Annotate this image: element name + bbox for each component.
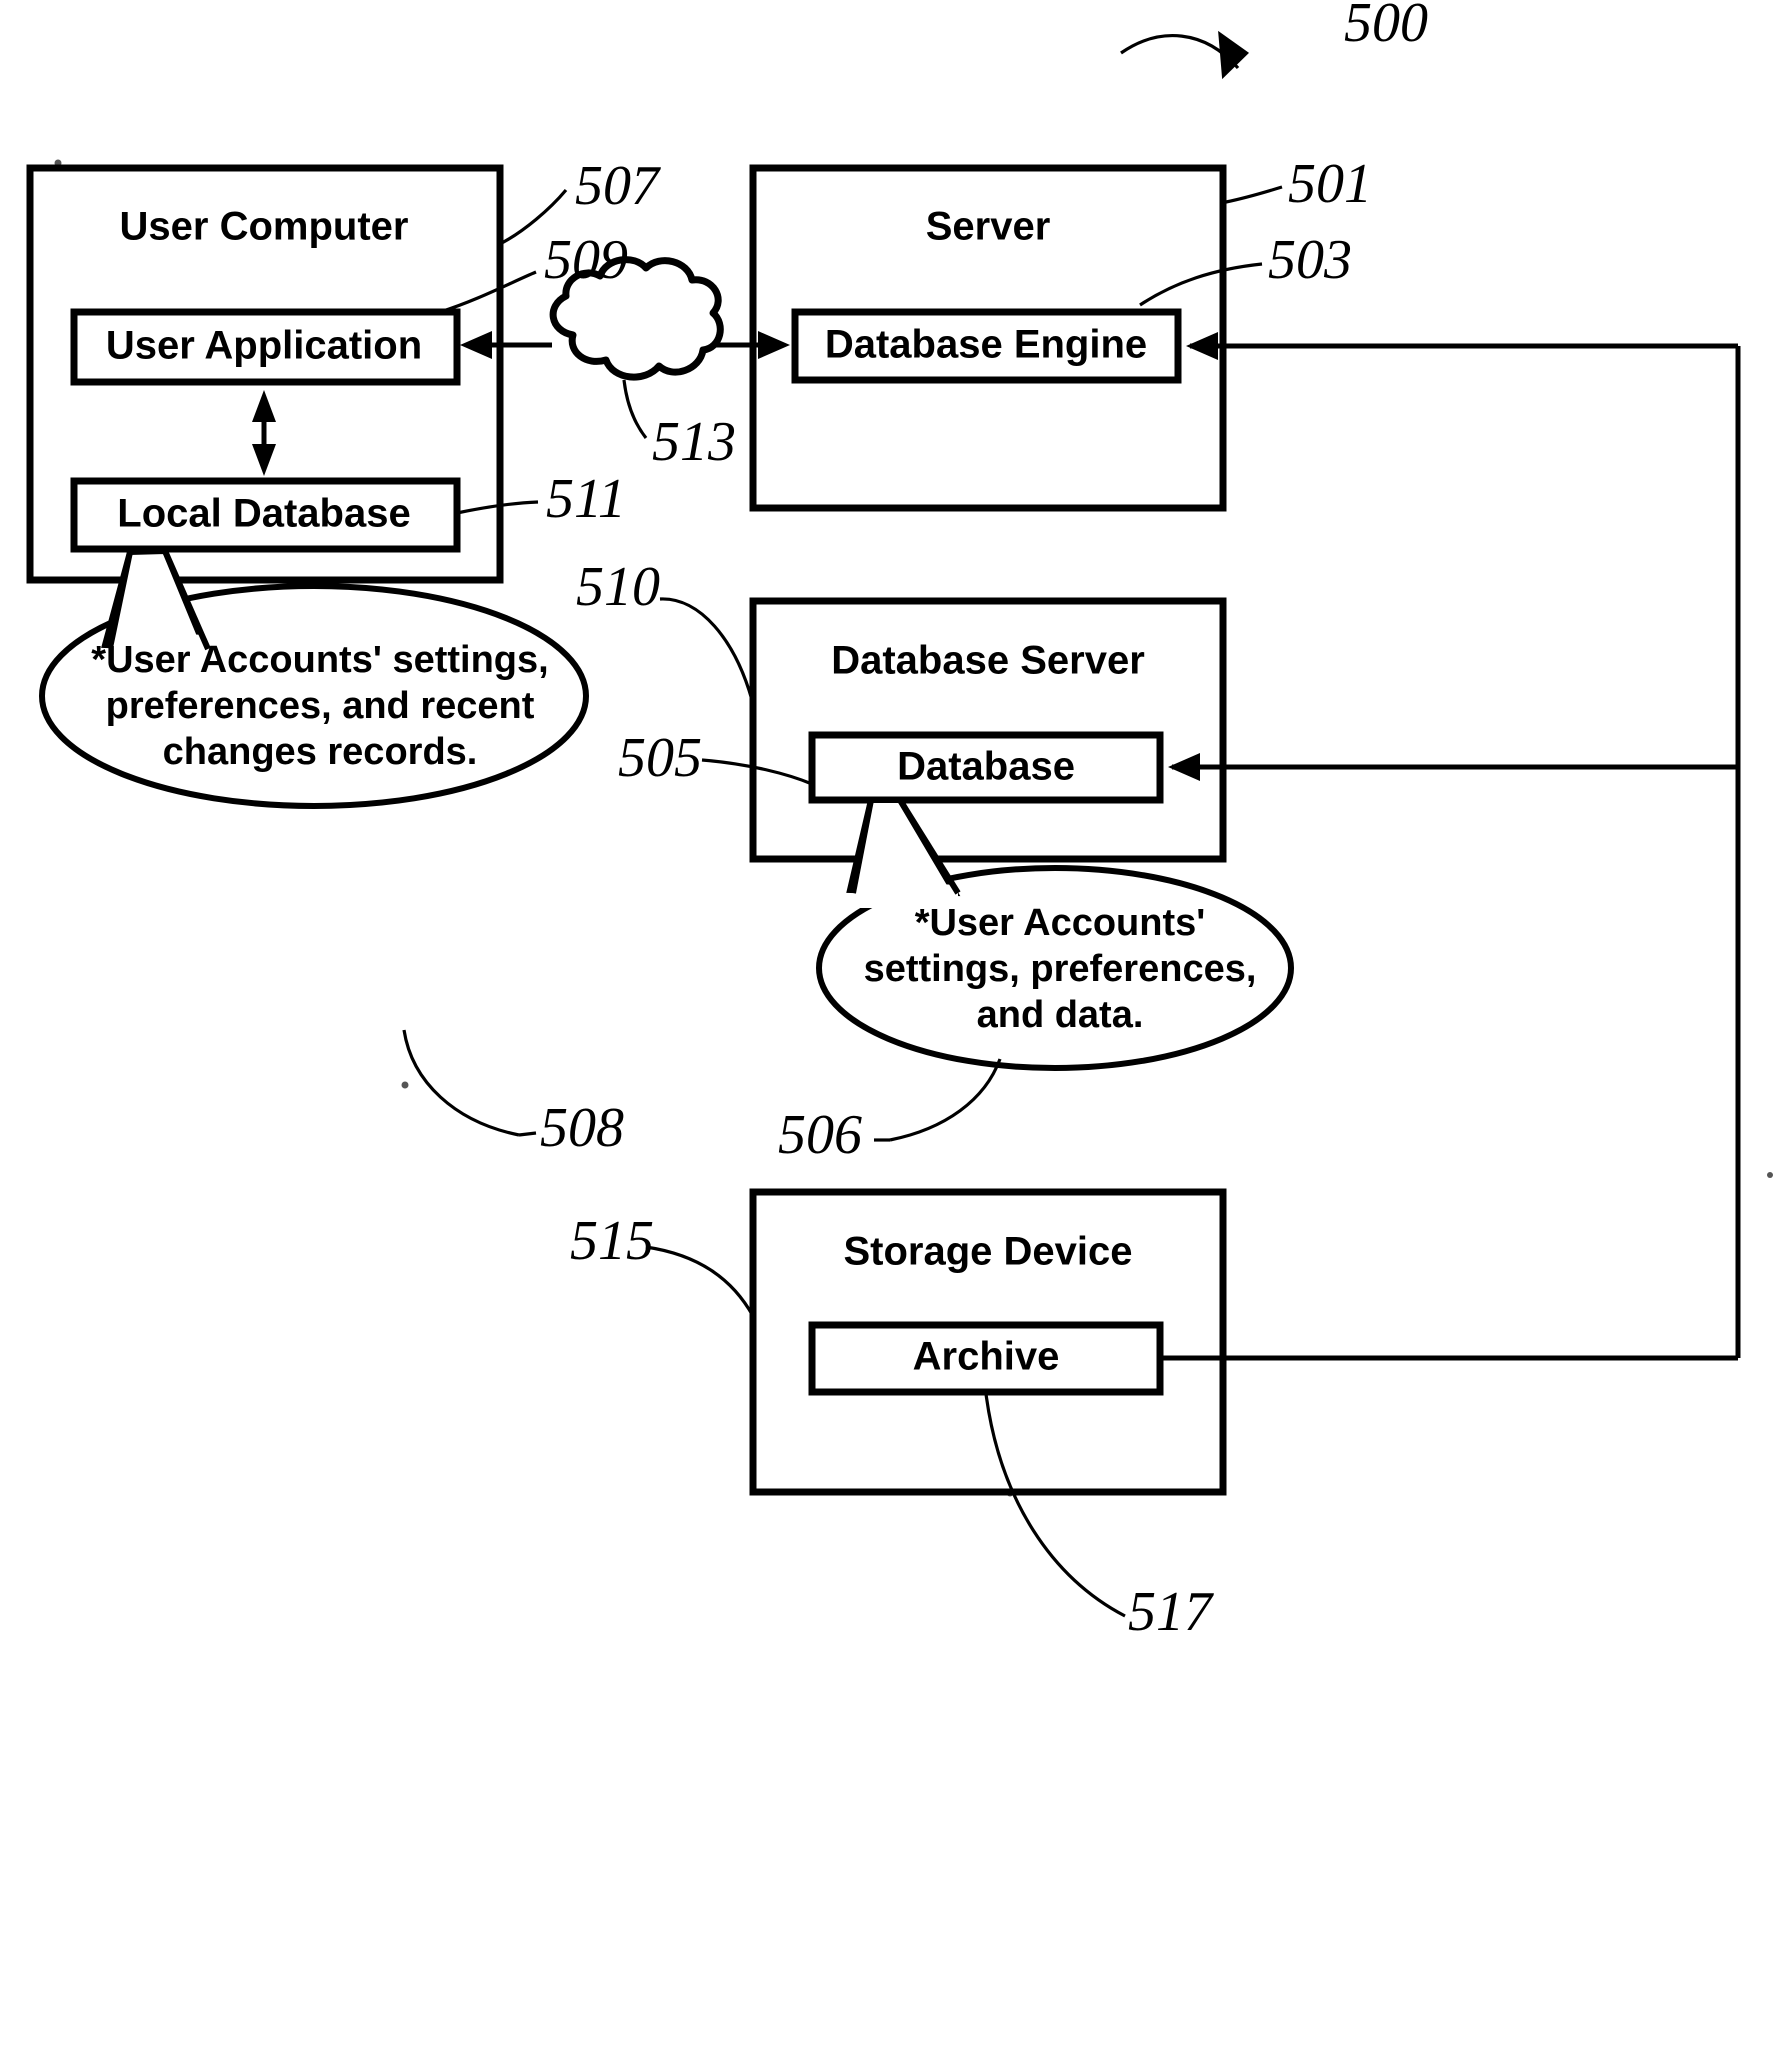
ref-517: 517: [1128, 1581, 1214, 1643]
database-label: Database: [897, 745, 1075, 789]
leader-501: [1225, 185, 1283, 204]
ref-510: 510: [576, 556, 660, 618]
database-engine-label: Database Engine: [825, 323, 1147, 367]
callout-508-line-1: *User Accounts' settings,: [91, 639, 548, 681]
leader-500-arrowhead: [1218, 30, 1250, 80]
leader-515: [645, 1245, 755, 1317]
user-application-label: User Application: [106, 324, 422, 368]
ref-505: 505: [618, 727, 702, 789]
leader-508-dash: [518, 1131, 537, 1137]
ref-501: 501: [1288, 153, 1372, 215]
scan-speck: [401, 1081, 409, 1089]
storage-device-label: Storage Device: [843, 1230, 1132, 1274]
ref-515: 515: [570, 1210, 654, 1272]
leader-513: [622, 379, 648, 439]
patent-figure-500: *User Accounts' settings, preferences, a…: [0, 0, 1786, 2046]
archive-label: Archive: [913, 1335, 1060, 1379]
user-computer-label: User Computer: [120, 205, 409, 249]
local-database-label: Local Database: [117, 492, 410, 536]
callout-506-line-2: settings, preferences,: [864, 948, 1257, 990]
scan-speck: [1767, 1172, 1773, 1178]
leader-508: [402, 1029, 520, 1137]
callout-508-line-3: changes records.: [163, 731, 478, 773]
ref-508: 508: [540, 1097, 624, 1159]
callout-506-line-3: and data.: [977, 994, 1144, 1036]
ref-509: 509: [544, 229, 628, 291]
leader-506: [889, 1058, 1002, 1142]
database-server-label: Database Server: [831, 639, 1145, 683]
ref-506: 506: [778, 1104, 862, 1166]
ref-511: 511: [546, 468, 626, 530]
callout-506-line-1: *User Accounts': [915, 902, 1206, 944]
ref-500: 500: [1344, 0, 1428, 54]
server-label: Server: [926, 205, 1051, 249]
ref-503: 503: [1268, 229, 1352, 291]
leader-510: [659, 597, 754, 701]
ref-513: 513: [652, 411, 736, 473]
ref-507: 507: [575, 155, 661, 217]
callout-508-line-2: preferences, and recent: [106, 685, 535, 727]
